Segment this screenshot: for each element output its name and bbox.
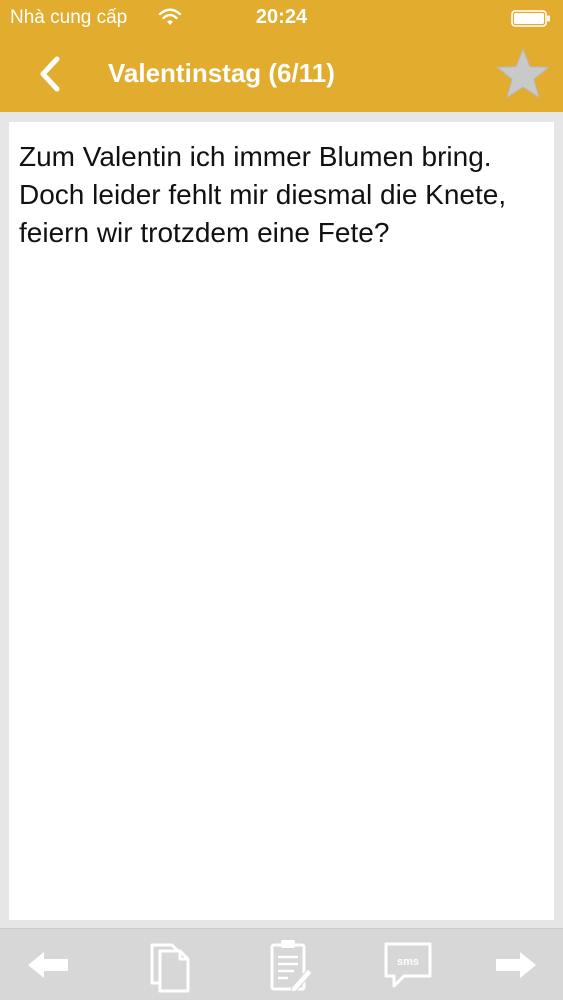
copy-button[interactable] bbox=[142, 937, 198, 993]
copy-icon bbox=[150, 943, 190, 993]
message-card: Zum Valentin ich immer Blumen bring. Doc… bbox=[9, 122, 554, 920]
chevron-left-icon bbox=[40, 56, 60, 92]
bottom-toolbar: sms bbox=[0, 928, 563, 1000]
message-text: Zum Valentin ich immer Blumen bring. Doc… bbox=[19, 141, 507, 248]
edit-button[interactable] bbox=[262, 937, 318, 993]
status-time: 20:24 bbox=[255, 6, 308, 28]
sms-button[interactable]: sms bbox=[380, 937, 436, 993]
clipboard-edit-icon bbox=[270, 940, 313, 993]
favorite-button[interactable] bbox=[493, 44, 553, 104]
page-title: Valentinstag (6/11) bbox=[108, 58, 335, 88]
arrow-left-icon bbox=[28, 952, 68, 978]
sms-label: sms bbox=[397, 956, 419, 968]
nav-bar: Valentinstag (6/11) bbox=[0, 36, 563, 112]
back-button[interactable] bbox=[28, 52, 72, 96]
sms-icon: sms bbox=[384, 942, 432, 988]
status-bar: Nhà cung cấp 20:24 bbox=[0, 0, 563, 36]
next-button[interactable] bbox=[488, 937, 544, 993]
battery-icon bbox=[511, 10, 550, 27]
screen: Nhà cung cấp 20:24 Valentinstag (6/11) Z bbox=[0, 0, 563, 1000]
arrow-right-icon bbox=[496, 952, 536, 978]
previous-button[interactable] bbox=[20, 937, 76, 993]
star-icon bbox=[496, 47, 550, 99]
